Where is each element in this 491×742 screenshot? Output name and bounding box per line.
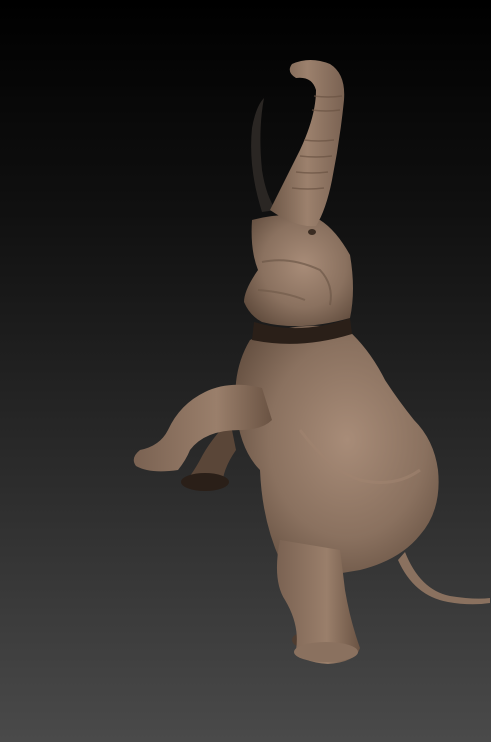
eye: [308, 229, 316, 235]
trunk: [270, 60, 345, 227]
head: [244, 215, 353, 327]
tusk: [251, 98, 276, 212]
viewport: [0, 0, 491, 742]
tail: [398, 552, 490, 605]
torso: [235, 325, 439, 580]
elephant-sculpt: [133, 60, 490, 664]
forefoot-far-sole: [181, 473, 229, 491]
hind-foot-front: [294, 642, 358, 662]
